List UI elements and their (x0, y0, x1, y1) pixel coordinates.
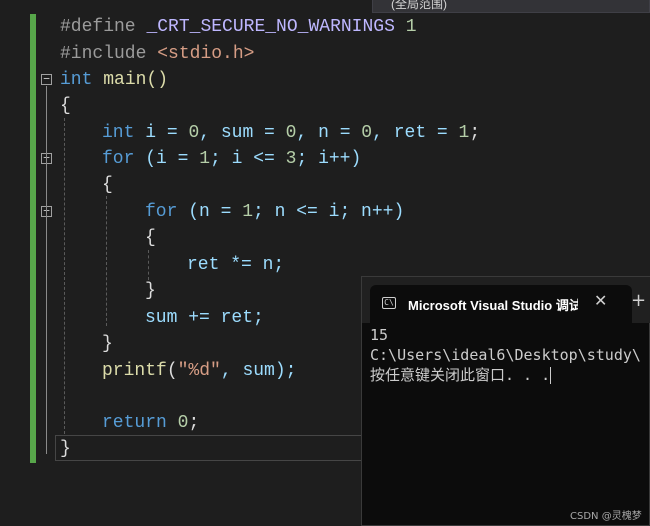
keyword-return: return (102, 413, 167, 433)
code-number: 1 (458, 123, 470, 143)
terminal-tab-title: Microsoft Visual Studio 调试控制台 (408, 298, 578, 313)
code-token: , sum = (199, 123, 286, 143)
keyword-for: for (102, 149, 135, 169)
code-line-7: { (102, 175, 113, 195)
code-token: , n = (296, 123, 362, 143)
code-line-13: } (102, 334, 113, 354)
watermark: CSDN @灵槐梦 (570, 511, 642, 522)
macro-value: 1 (405, 17, 417, 37)
code-line-17: } (60, 439, 71, 459)
code-token: , ret = (372, 123, 459, 143)
terminal-tab[interactable]: C\ Microsoft Visual Studio 调试控制台 ✕ (370, 285, 632, 323)
code-token: i = (145, 123, 189, 143)
code-line-6: for (i = 1; i <= 3; i++) (102, 146, 361, 172)
code-line-10: ret *= n; (187, 255, 285, 275)
code-token: ; (188, 413, 200, 433)
include-header: <stdio.h> (157, 44, 255, 64)
code-line-3: int main() (60, 67, 168, 93)
code-number: 0 (361, 123, 373, 143)
string-literal: "%d" (177, 361, 221, 381)
terminal-tab-bar: C\ Microsoft Visual Studio 调试控制台 ✕ + (362, 277, 650, 323)
code-line-9: { (145, 228, 156, 248)
keyword-for: for (145, 202, 178, 222)
new-tab-plus-icon[interactable]: + (631, 290, 646, 311)
code-token: ; i++) (296, 149, 362, 169)
code-number: 1 (242, 202, 254, 222)
code-number: 0 (285, 123, 297, 143)
code-line-16: return 0; (102, 410, 199, 436)
code-token: , sum); (220, 361, 297, 381)
code-token: ( (166, 361, 178, 381)
code-line-2: #include <stdio.h> (60, 41, 254, 67)
code-line-8: for (n = 1; n <= i; n++) (145, 199, 404, 225)
console-icon: C\ (382, 297, 396, 309)
code-token: (n = (177, 202, 243, 222)
output-line: 15 (370, 326, 389, 344)
code-token: ; (469, 123, 481, 143)
terminal-output[interactable]: 15 C:\Users\ideal6\Desktop\study\ 按任意键关闭此窗… (370, 325, 650, 385)
code-line-12: sum += ret; (145, 308, 264, 328)
code-line-5: int i = 0, sum = 0, n = 0, ret = 1; (102, 120, 480, 146)
function-printf: printf (102, 361, 167, 381)
preprocessor-define: #define (60, 17, 136, 37)
code-number: 1 (199, 149, 211, 169)
output-line: 按任意键关闭此窗口. . . (370, 365, 650, 385)
code-line-14: printf("%d", sum); (102, 358, 296, 384)
keyword-int: int (102, 123, 135, 143)
code-token: ; n <= i; n++) (253, 202, 405, 222)
editor-bottom-area (0, 463, 362, 526)
output-text: 按任意键关闭此窗口. . . (370, 366, 551, 384)
code-number: 0 (188, 123, 200, 143)
code-token: (i = (134, 149, 200, 169)
output-line: C:\Users\ideal6\Desktop\study\ (370, 346, 641, 364)
code-number: 0 (177, 413, 189, 433)
preprocessor-include: #include (60, 44, 147, 64)
code-number: 3 (285, 149, 297, 169)
macro-name: _CRT_SECURE_NO_WARNINGS (146, 17, 395, 37)
code-line-11: } (145, 281, 156, 301)
code-line-4: { (60, 96, 71, 116)
text-cursor (550, 367, 552, 384)
code-line-1: #define _CRT_SECURE_NO_WARNINGS 1 (60, 14, 417, 40)
close-icon[interactable]: ✕ (594, 291, 607, 310)
keyword-int: int (60, 70, 93, 90)
function-main: main() (103, 70, 169, 90)
debug-console-window[interactable]: C\ Microsoft Visual Studio 调试控制台 ✕ + 15 C… (361, 276, 650, 526)
code-token: ; i <= (210, 149, 286, 169)
